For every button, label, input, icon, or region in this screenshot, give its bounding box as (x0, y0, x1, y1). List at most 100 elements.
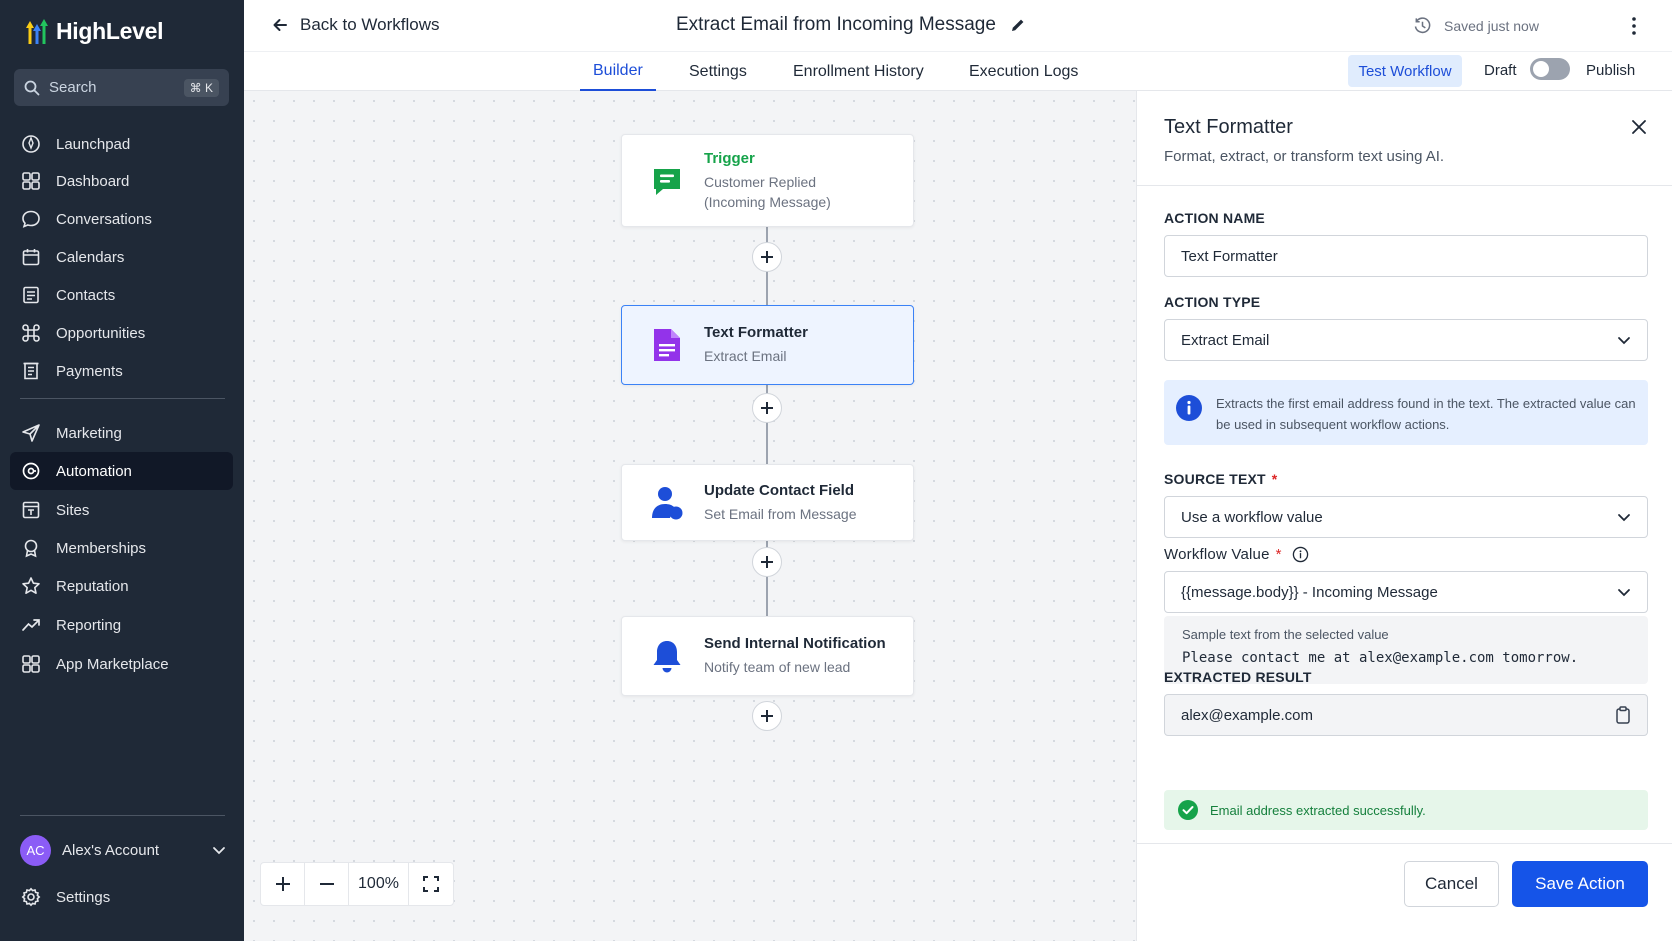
workflow-node-send-internal-notification[interactable]: Send Internal Notification Notify team o… (621, 616, 914, 696)
source-text-select[interactable]: Use a workflow value (1164, 496, 1648, 538)
dashboard-icon (20, 170, 42, 192)
save-status: Saved just now (1413, 16, 1539, 35)
add-step-button[interactable] (752, 242, 782, 272)
toggle-knob (1533, 61, 1549, 77)
test-workflow-button[interactable]: Test Workflow (1348, 55, 1462, 87)
more-options-icon[interactable] (1624, 14, 1644, 38)
info-callout: Extracts the first email address found i… (1164, 380, 1648, 445)
action-type-select[interactable]: Extract Email (1164, 319, 1648, 361)
tab-execution-logs[interactable]: Execution Logs (969, 52, 1078, 91)
tab-settings[interactable]: Settings (689, 52, 747, 91)
panel-subtitle: Format, extract, or transform text using… (1164, 148, 1445, 165)
info-text: Extracts the first email address found i… (1216, 396, 1636, 432)
workflow-connector (766, 220, 768, 680)
chevron-down-icon (213, 847, 225, 855)
sample-text-label: Sample text from the selected value (1182, 627, 1389, 642)
node-title: Trigger (704, 149, 755, 167)
sidebar-item-settings[interactable]: Settings (10, 878, 233, 916)
zoom-in-button[interactable] (261, 863, 305, 905)
saved-status-text: Saved just now (1444, 17, 1539, 34)
node-subtitle: Notify team of new lead (704, 659, 851, 675)
add-step-button[interactable] (752, 547, 782, 577)
action-name-input[interactable]: Text Formatter (1164, 235, 1648, 277)
publish-toggle[interactable] (1530, 58, 1570, 80)
sidebar-item-dashboard[interactable]: Dashboard (10, 162, 233, 200)
sidebar-item-label: Reputation (56, 577, 129, 595)
sidebar-item-automation[interactable]: Automation (10, 452, 233, 490)
sidebar-item-label: Launchpad (56, 135, 131, 153)
copy-icon[interactable] (1615, 706, 1631, 724)
search-input[interactable]: Search (49, 79, 184, 96)
action-type-label: ACTION TYPE (1164, 294, 1261, 310)
publish-label: Publish (1586, 62, 1636, 79)
sidebar-item-label: Contacts (56, 286, 116, 304)
extracted-result-label: EXTRACTED RESULT (1164, 669, 1312, 685)
sidebar-item-conversations[interactable]: Conversations (10, 200, 233, 238)
zoom-out-button[interactable] (305, 863, 349, 905)
account-switcher[interactable]: AC Alex's Account (20, 833, 226, 867)
plus-icon (761, 251, 773, 263)
sidebar-item-opportunities[interactable]: Opportunities (10, 314, 233, 352)
sidebar-divider (20, 815, 225, 816)
node-subtitle: Customer Replied (704, 173, 817, 190)
tab-builder[interactable]: Builder (580, 52, 656, 91)
sidebar-item-sites[interactable]: Sites (10, 491, 233, 529)
save-action-button[interactable]: Save Action (1512, 861, 1648, 907)
sample-text-value: Please contact me at alex@example.com to… (1182, 650, 1579, 666)
sidebar-item-label: Sites (56, 501, 90, 519)
sidebar-item-label: App Marketplace (56, 655, 169, 673)
sidebar-item-label: Conversations (56, 210, 152, 228)
tab-enrollment-history[interactable]: Enrollment History (793, 52, 924, 91)
arrow-left-icon (273, 19, 287, 31)
workflow-value-select[interactable]: {{message.body}} - Incoming Message (1164, 571, 1648, 613)
workflow-value-value: {{message.body}} - Incoming Message (1181, 583, 1438, 601)
workflow-canvas[interactable]: Trigger Customer Replied (Incoming Messa… (244, 91, 1136, 941)
grid-icon (20, 653, 42, 675)
gear-icon (20, 886, 42, 908)
bell-icon (644, 633, 690, 679)
required-marker: * (1271, 471, 1278, 487)
brand-logo[interactable]: HighLevel (22, 16, 164, 46)
sidebar-item-calendars[interactable]: Calendars (10, 238, 233, 276)
workflow-value-label: Workflow Value * (1164, 546, 1309, 563)
search-box[interactable]: Search ⌘ K (14, 69, 229, 106)
sidebar-divider (20, 398, 225, 399)
sidebar-item-label: Settings (56, 888, 111, 906)
sidebar-item-label: Opportunities (56, 324, 146, 342)
sidebar-item-contacts[interactable]: Contacts (10, 276, 233, 314)
highlevel-logo-icon (26, 19, 48, 44)
avatar: AC (20, 834, 51, 866)
fit-screen-button[interactable] (409, 863, 453, 905)
add-step-button[interactable] (752, 701, 782, 731)
sidebar-item-reputation[interactable]: Reputation (10, 567, 233, 605)
workflow-tabs: Builder Settings Enrollment History Exec… (244, 52, 1672, 91)
sidebar-item-label: Marketing (56, 424, 122, 442)
sidebar-item-launchpad[interactable]: Launchpad (10, 125, 233, 163)
pencil-icon[interactable] (1010, 17, 1026, 33)
history-icon (1414, 17, 1431, 34)
sidebar-item-reporting[interactable]: Reporting (10, 606, 233, 644)
workflow-node-text-formatter[interactable]: Text Formatter Extract Email (621, 305, 914, 385)
source-text-value: Use a workflow value (1181, 508, 1323, 526)
cancel-button[interactable]: Cancel (1404, 861, 1499, 907)
extracted-result-field: alex@example.com (1164, 694, 1648, 736)
close-icon[interactable] (1627, 115, 1651, 139)
workflow-value-label-text: Workflow Value (1164, 546, 1270, 563)
search-icon (24, 80, 40, 95)
sidebar-item-payments[interactable]: Payments (10, 352, 233, 390)
workflow-node-update-contact-field[interactable]: Update Contact Field Set Email from Mess… (621, 464, 914, 541)
back-to-workflows-link[interactable]: Back to Workflows (272, 15, 440, 35)
add-step-button[interactable] (752, 393, 782, 423)
extracted-result-value: alex@example.com (1181, 706, 1313, 724)
info-circle-icon[interactable] (1292, 546, 1309, 563)
source-text-label: SOURCE TEXT * (1164, 471, 1277, 487)
top-bar: Back to Workflows Extract Email from Inc… (244, 0, 1672, 52)
chevron-down-icon (1618, 514, 1630, 522)
workflow-node-trigger[interactable]: Trigger Customer Replied (Incoming Messa… (621, 134, 914, 227)
sidebar-item-memberships[interactable]: Memberships (10, 529, 233, 567)
node-title: Update Contact Field (704, 481, 855, 499)
sidebar-item-marketing[interactable]: Marketing (10, 414, 233, 452)
sidebar-item-app-marketplace[interactable]: App Marketplace (10, 645, 233, 683)
contact-card-icon (20, 284, 42, 306)
brand-name: HighLevel (56, 17, 164, 44)
